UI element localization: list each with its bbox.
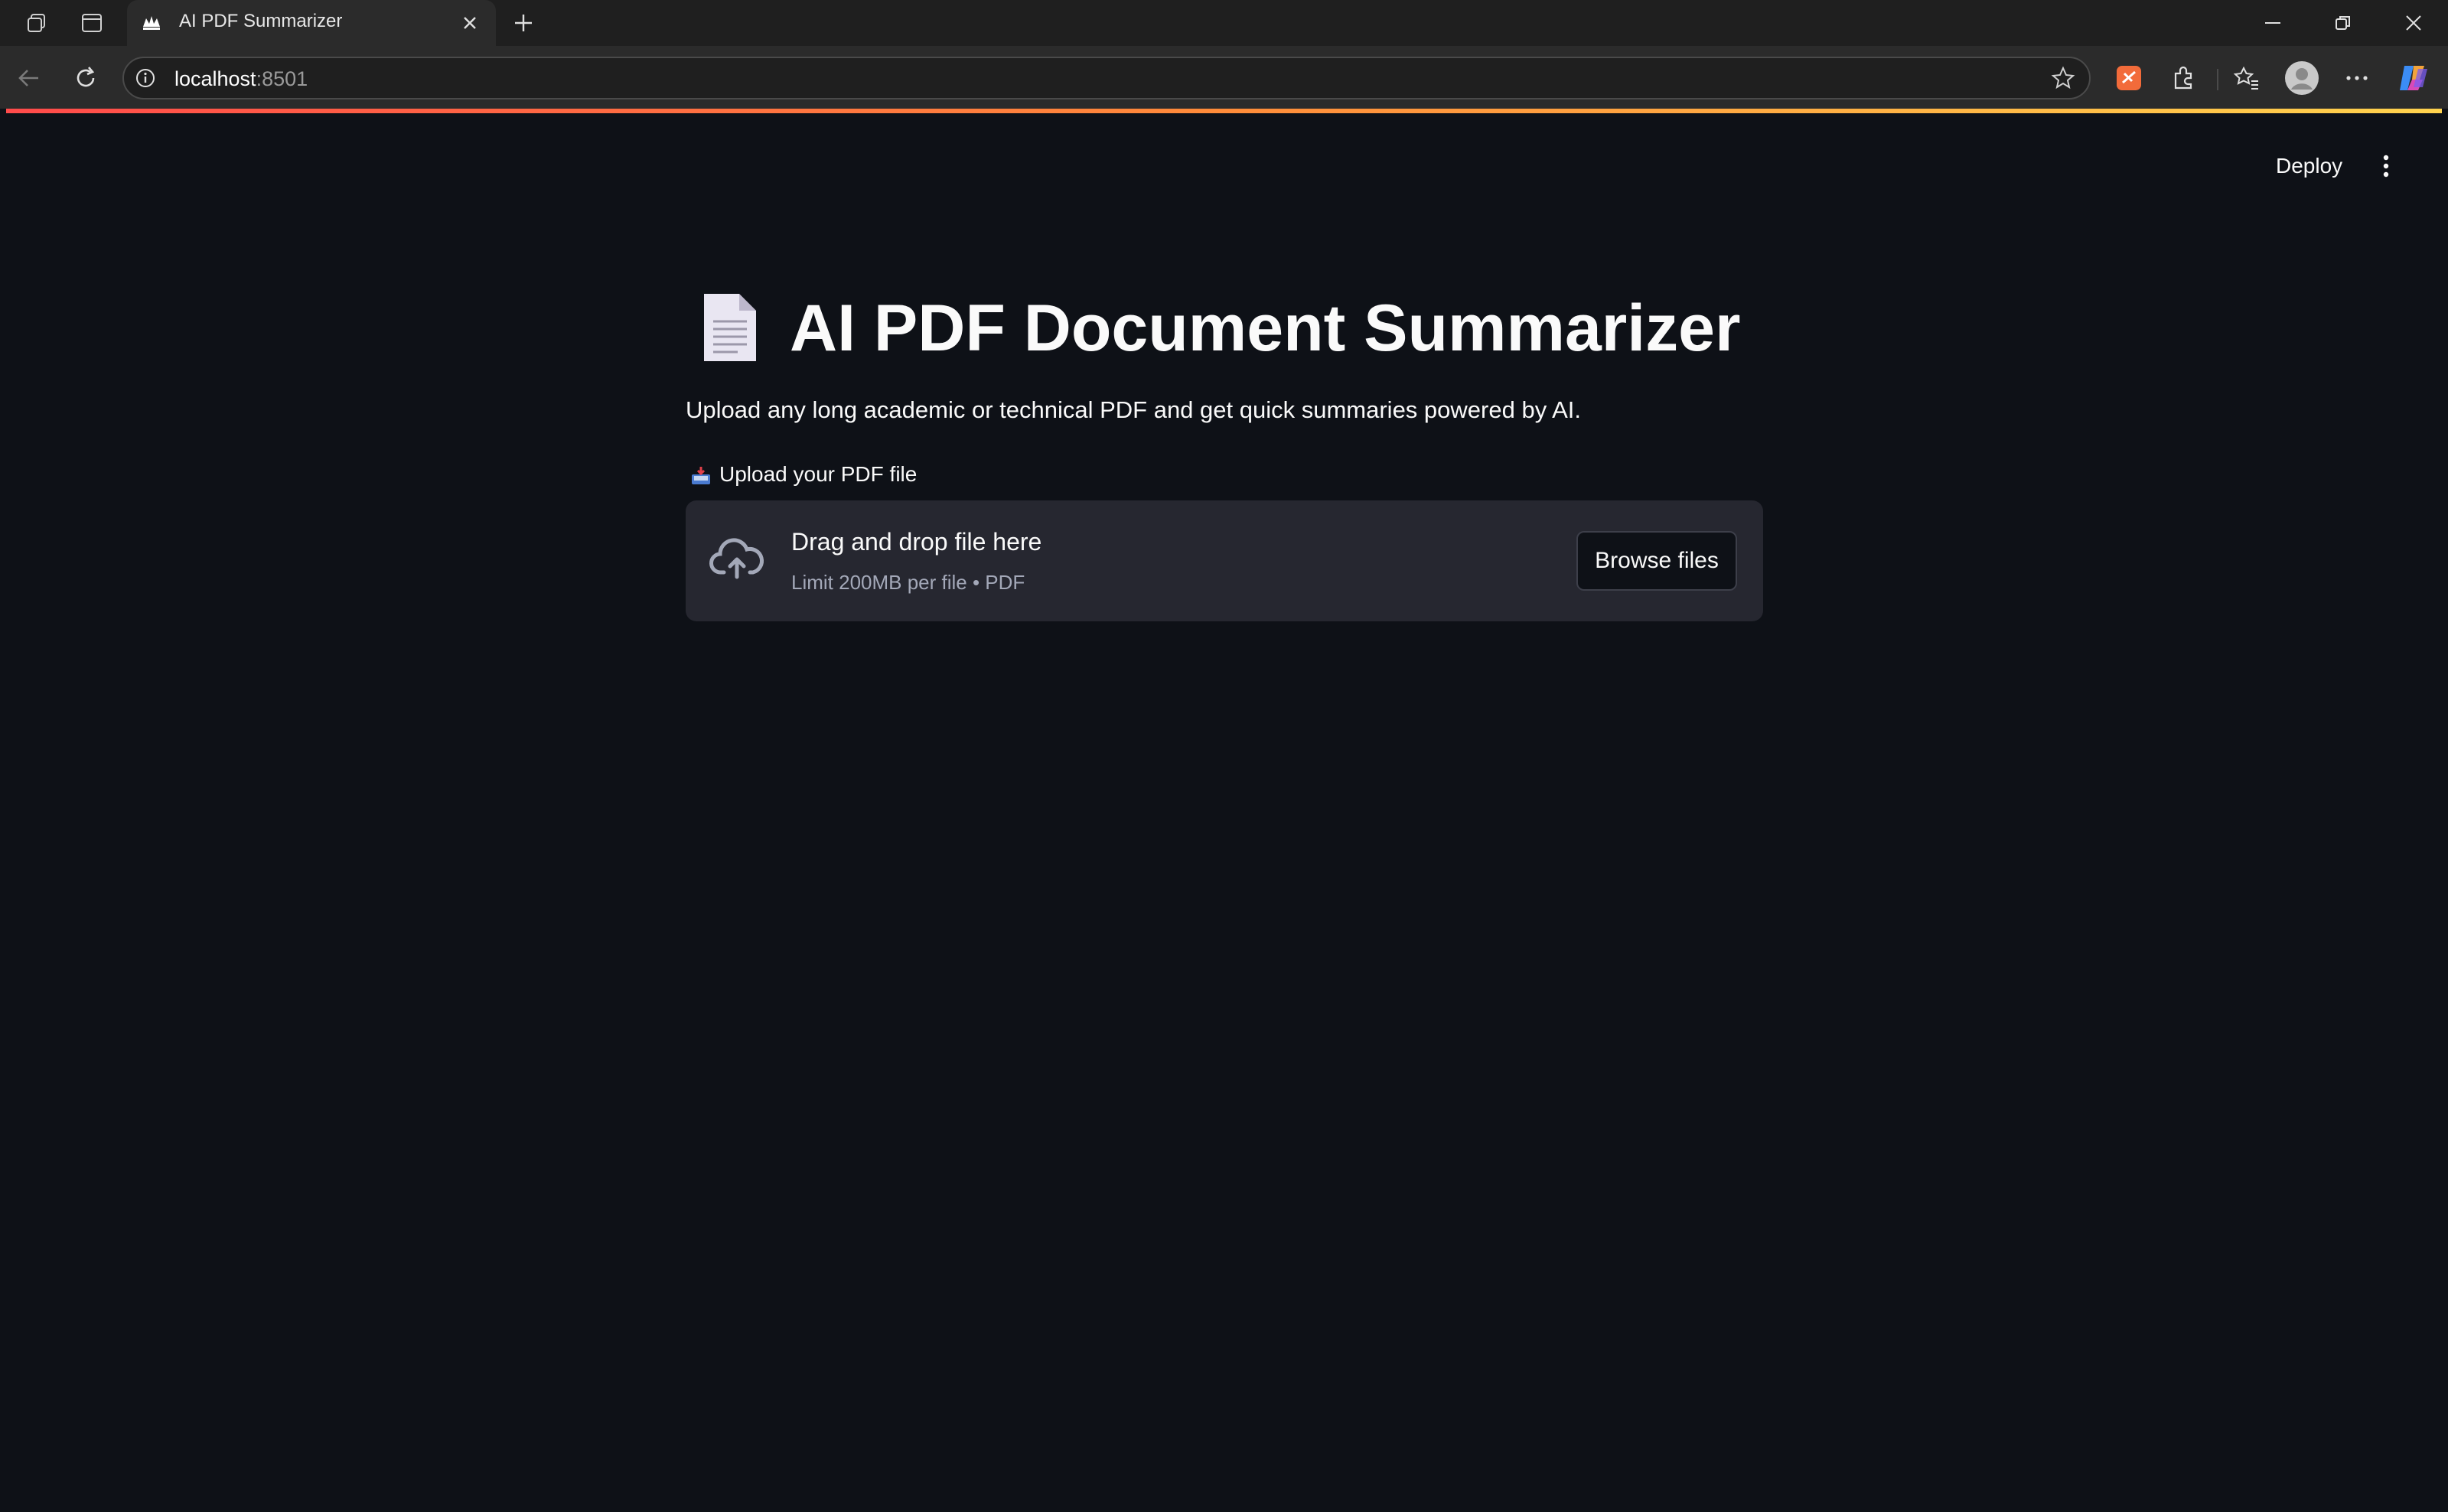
- workspaces-icon[interactable]: [21, 8, 52, 38]
- streamlit-favicon: [143, 16, 160, 30]
- page-facing-up-icon: [704, 294, 756, 361]
- page-title: AI PDF Document Summarizer: [790, 292, 1741, 365]
- address-bar[interactable]: localhost:8501: [122, 57, 2091, 99]
- browser-toolbar: localhost:8501: [0, 46, 2448, 109]
- active-tab[interactable]: AI PDF Summarizer: [127, 0, 496, 46]
- tab-title: AI PDF Summarizer: [179, 11, 343, 31]
- cloud-upload-icon: [709, 538, 764, 579]
- site-info-icon[interactable]: [135, 67, 156, 89]
- dropzone-hint: Limit 200MB per file • PDF: [791, 571, 1025, 594]
- uploader-label: Upload your PDF file: [719, 462, 918, 486]
- tab-actions-icon[interactable]: [77, 8, 107, 38]
- decoration-bar: [6, 109, 2442, 113]
- file-dropzone[interactable]: Drag and drop file here Limit 200MB per …: [686, 500, 1763, 621]
- favorite-star-icon[interactable]: [2049, 64, 2077, 92]
- refresh-icon[interactable]: [69, 61, 103, 95]
- restore-icon[interactable]: [2320, 6, 2366, 40]
- extensions-icon[interactable]: [2166, 60, 2202, 96]
- favorites-icon[interactable]: [2228, 60, 2265, 96]
- back-icon[interactable]: [12, 61, 46, 95]
- inbox-tray-icon: [692, 467, 710, 484]
- deploy-button[interactable]: Deploy: [2265, 147, 2353, 185]
- extension-icon[interactable]: [2111, 60, 2147, 96]
- page-subtitle: Upload any long academic or technical PD…: [686, 396, 1581, 423]
- copilot-icon[interactable]: [2395, 60, 2432, 96]
- new-tab-icon[interactable]: [507, 6, 540, 40]
- toolbar-divider: [2217, 69, 2218, 90]
- close-window-icon[interactable]: [2391, 6, 2437, 40]
- minimize-icon[interactable]: [2250, 6, 2296, 40]
- browse-files-button[interactable]: Browse files: [1576, 531, 1737, 591]
- more-icon[interactable]: [2339, 60, 2375, 96]
- browser-titlebar: AI PDF Summarizer: [0, 0, 2448, 46]
- profile-icon[interactable]: [2283, 60, 2320, 96]
- close-tab-icon[interactable]: [455, 8, 485, 38]
- dropzone-title: Drag and drop file here: [791, 528, 1042, 556]
- url-text: localhost:8501: [174, 67, 308, 90]
- main-menu-icon[interactable]: [2369, 145, 2403, 187]
